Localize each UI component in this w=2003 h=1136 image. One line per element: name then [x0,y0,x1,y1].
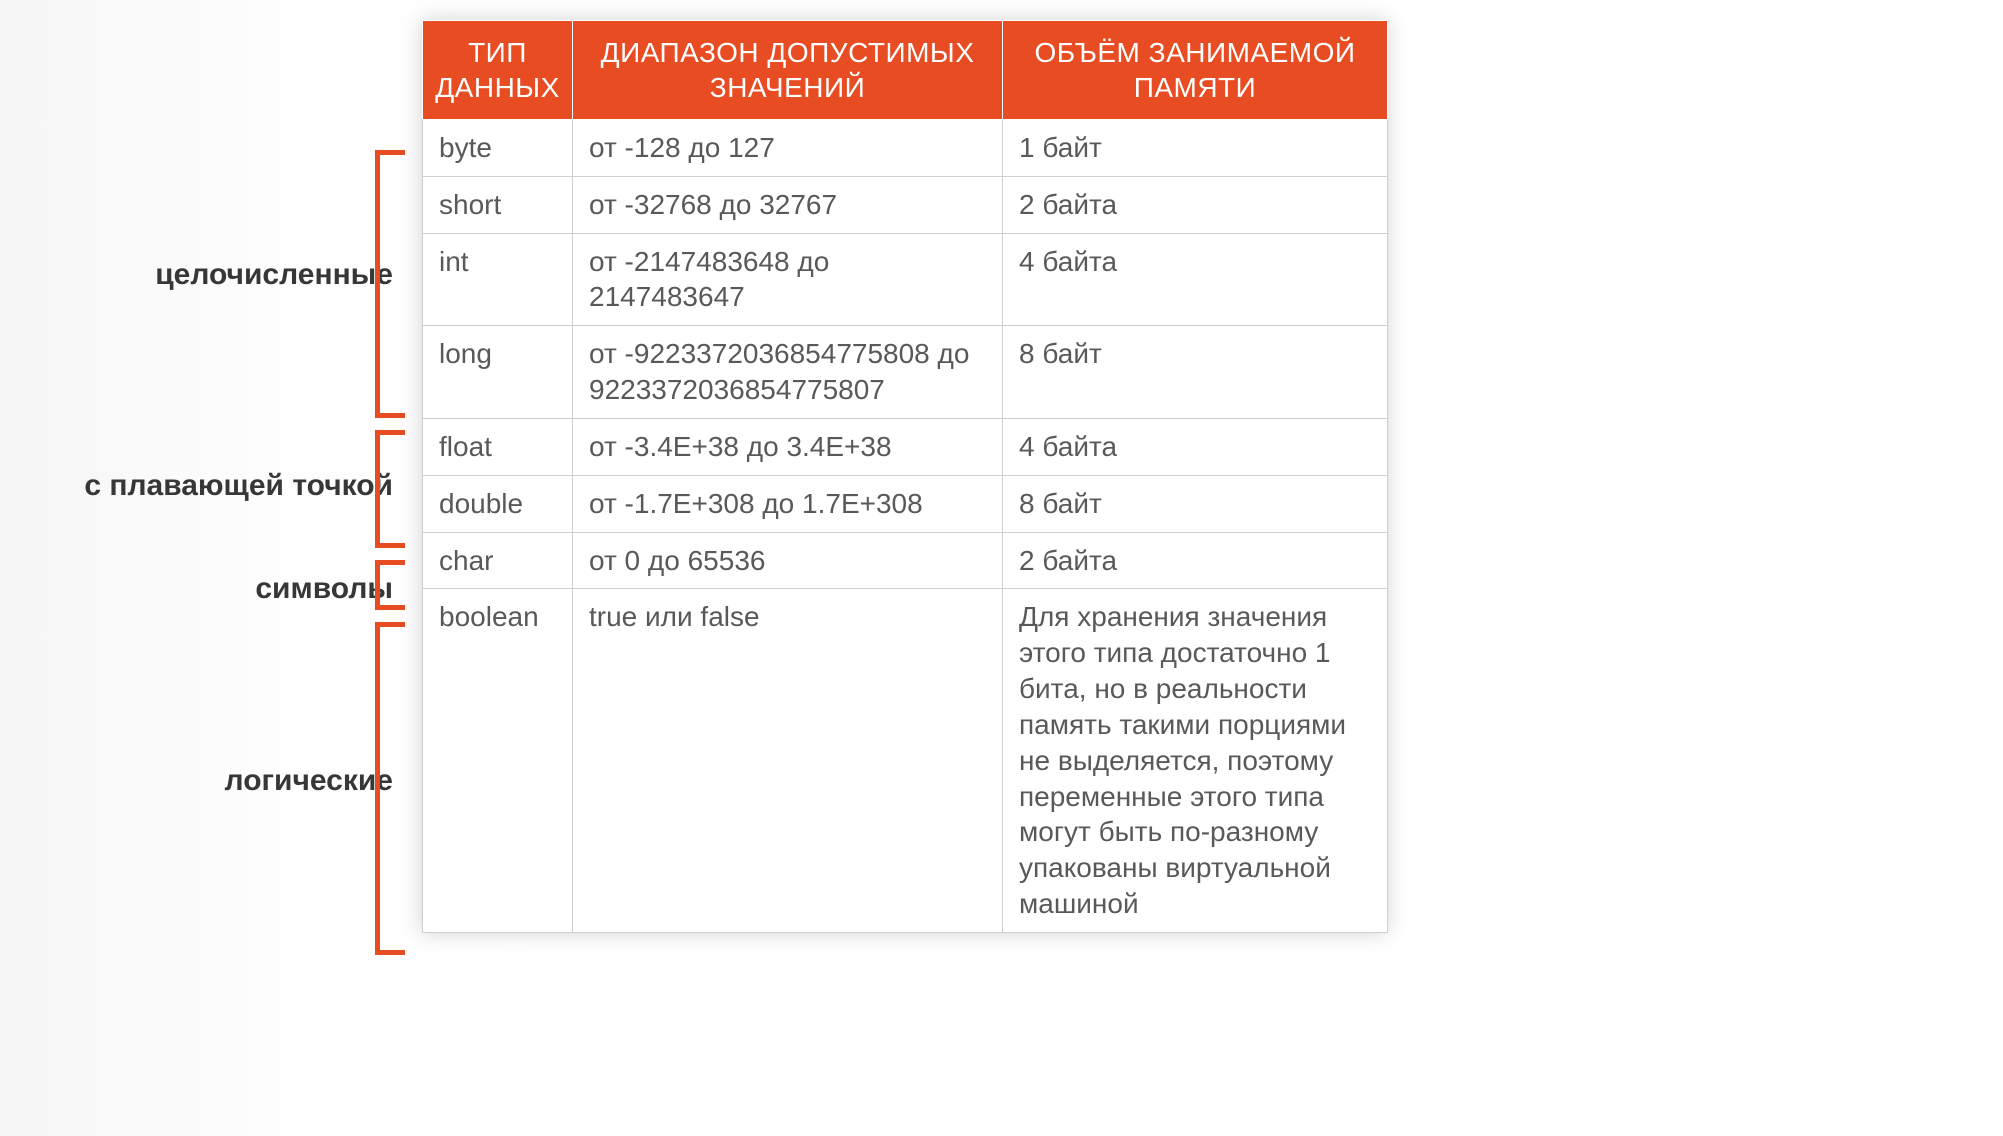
cell-memory: 2 байта [1003,532,1388,589]
table-row: boolean true или false Для хранения знач… [423,589,1388,932]
cell-type: float [423,418,573,475]
cell-memory: 1 байт [1003,120,1388,177]
datatypes-table: ТИП ДАННЫХ ДИАПАЗОН ДОПУСТИМЫХ ЗНАЧЕНИЙ … [422,20,1388,933]
table-row: float от -3.4E+38 до 3.4E+38 4 байта [423,418,1388,475]
cell-type: int [423,233,573,326]
cell-memory: 4 байта [1003,233,1388,326]
bracket-bool-icon [375,622,405,955]
cell-range: от -1.7E+308 до 1.7E+308 [573,475,1003,532]
table-header-row: ТИП ДАННЫХ ДИАПАЗОН ДОПУСТИМЫХ ЗНАЧЕНИЙ … [423,21,1388,120]
cell-range: от -32768 до 32767 [573,176,1003,233]
cell-type: char [423,532,573,589]
cell-memory: 8 байт [1003,475,1388,532]
cell-type: short [423,176,573,233]
table-row: double от -1.7E+308 до 1.7E+308 8 байт [423,475,1388,532]
header-memory: ОБЪЁМ ЗАНИМАЕМОЙ ПАМЯТИ [1003,21,1388,120]
cell-memory: Для хранения значения этого типа достато… [1003,589,1388,932]
category-label-bool: логические [225,764,393,798]
cell-type: boolean [423,589,573,932]
table-row: long от -9223372036854775808 до 92233720… [423,326,1388,419]
cell-range: от -2147483648 до 2147483647 [573,233,1003,326]
cell-type: long [423,326,573,419]
table-row: int от -2147483648 до 2147483647 4 байта [423,233,1388,326]
cell-memory: 8 байт [1003,326,1388,419]
category-label-char: символы [255,572,393,606]
table-row: short от -32768 до 32767 2 байта [423,176,1388,233]
bracket-integer-icon [375,150,405,418]
bracket-float-icon [375,430,405,548]
cell-range: от -128 до 127 [573,120,1003,177]
datatypes-table-container: ТИП ДАННЫХ ДИАПАЗОН ДОПУСТИМЫХ ЗНАЧЕНИЙ … [422,20,1387,933]
header-range: ДИАПАЗОН ДОПУСТИМЫХ ЗНАЧЕНИЙ [573,21,1003,120]
cell-range: от 0 до 65536 [573,532,1003,589]
cell-range: true или false [573,589,1003,932]
cell-type: byte [423,120,573,177]
table-row: char от 0 до 65536 2 байта [423,532,1388,589]
cell-range: от -3.4E+38 до 3.4E+38 [573,418,1003,475]
cell-memory: 4 байта [1003,418,1388,475]
bracket-char-icon [375,560,405,610]
slide: целочисленные с плавающей точкой символы… [0,0,2003,1136]
header-type: ТИП ДАННЫХ [423,21,573,120]
cell-range: от -9223372036854775808 до 9223372036854… [573,326,1003,419]
cell-type: double [423,475,573,532]
category-label-float: с плавающей точкой [84,469,393,503]
cell-memory: 2 байта [1003,176,1388,233]
category-label-integer: целочисленные [155,258,393,292]
table-row: byte от -128 до 127 1 байт [423,120,1388,177]
